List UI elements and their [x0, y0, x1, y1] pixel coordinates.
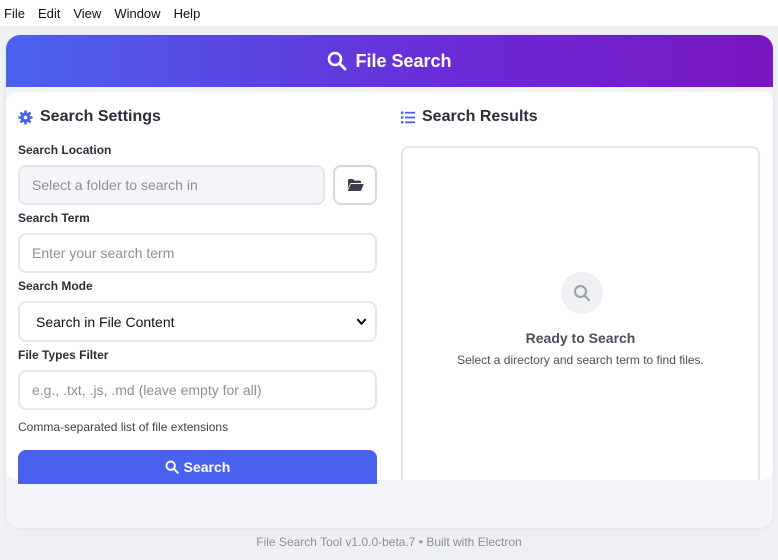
search-mode-select[interactable]: Search in File Content — [18, 301, 377, 342]
search-mode-label: Search Mode — [18, 279, 93, 293]
empty-state-title: Ready to Search — [525, 330, 636, 346]
main-card: Search Settings Search Location Search T… — [6, 92, 773, 484]
search-location-label: Search Location — [18, 143, 112, 157]
results-panel: Ready to Search Select a directory and s… — [401, 146, 760, 480]
chevron-down-icon — [356, 318, 367, 325]
app-header: File Search — [6, 35, 773, 87]
search-location-input[interactable] — [18, 165, 325, 205]
app-window: File Search Search Settings Search Locat… — [6, 35, 773, 528]
menu-file[interactable]: File — [4, 6, 25, 21]
menu-help[interactable]: Help — [174, 6, 201, 21]
empty-state-icon-circle — [561, 272, 603, 314]
empty-state-subtitle: Select a directory and search term to fi… — [457, 353, 704, 367]
file-types-input[interactable] — [18, 370, 377, 410]
search-mode-value: Search in File Content — [36, 313, 175, 330]
file-types-label: File Types Filter — [18, 348, 109, 362]
list-icon — [401, 111, 415, 123]
results-title: Search Results — [401, 108, 538, 126]
search-icon — [328, 51, 347, 71]
search-term-label: Search Term — [18, 211, 90, 225]
search-icon — [574, 285, 591, 302]
search-term-input[interactable] — [18, 233, 377, 273]
menu-window[interactable]: Window — [114, 6, 160, 21]
browse-folder-button[interactable] — [333, 165, 377, 205]
footer-text: File Search Tool v1.0.0-beta.7 • Built w… — [256, 535, 522, 549]
gear-icon — [18, 109, 33, 125]
search-icon — [165, 460, 179, 474]
file-types-hint: Comma-separated list of file extensions — [18, 420, 229, 434]
folder-open-icon — [347, 179, 364, 191]
app-title: File Search — [355, 50, 452, 71]
content-area: Search Settings Search Location Search T… — [6, 87, 773, 528]
menu-view[interactable]: View — [73, 6, 101, 21]
menu-edit[interactable]: Edit — [38, 6, 60, 21]
settings-title: Search Settings — [18, 108, 161, 126]
search-button[interactable]: Search — [18, 450, 377, 484]
menu-bar: File Edit View Window Help — [0, 0, 778, 26]
